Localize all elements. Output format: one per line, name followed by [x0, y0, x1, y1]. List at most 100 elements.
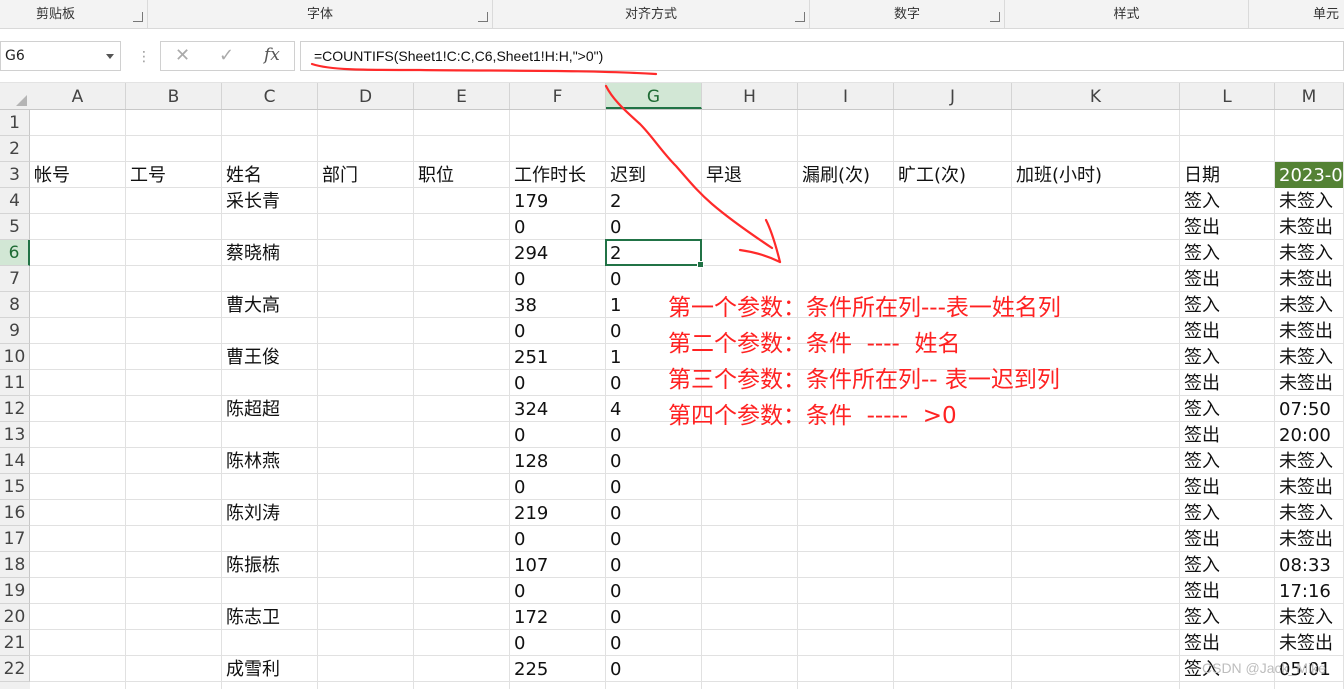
row-header-10[interactable]: 10: [0, 344, 30, 370]
row-header-17[interactable]: 17: [0, 526, 30, 552]
row-header-2[interactable]: 2: [0, 136, 30, 162]
cell-g17[interactable]: 0: [606, 526, 701, 552]
drag-handle-icon[interactable]: ⋮: [137, 49, 151, 65]
row-header-7[interactable]: 7: [0, 266, 30, 292]
cell-l5[interactable]: 签出: [1180, 214, 1274, 240]
cell-f22[interactable]: 225: [510, 656, 605, 682]
cell-l10[interactable]: 签入: [1180, 344, 1274, 370]
column-header-g[interactable]: G: [606, 83, 702, 109]
cell-l20[interactable]: 签入: [1180, 604, 1274, 630]
cell-m5[interactable]: 未签出: [1275, 214, 1343, 240]
cell-l4[interactable]: 签入: [1180, 188, 1274, 214]
cell-m20[interactable]: 未签入: [1275, 604, 1343, 630]
cell-c16[interactable]: 陈刘涛: [222, 500, 317, 526]
column-header-m[interactable]: M: [1275, 83, 1344, 109]
column-header-c[interactable]: C: [222, 83, 318, 109]
column-header-f[interactable]: F: [510, 83, 606, 109]
cell-h3[interactable]: 早退: [702, 162, 797, 188]
column-header-l[interactable]: L: [1180, 83, 1275, 109]
cell-m16[interactable]: 未签入: [1275, 500, 1343, 526]
cell-c12[interactable]: 陈超超: [222, 396, 317, 422]
cell-f13[interactable]: 0: [510, 422, 605, 448]
cell-f19[interactable]: 0: [510, 578, 605, 604]
ribbon-group-font[interactable]: 字体: [148, 0, 493, 28]
cell-k3[interactable]: 加班(小时): [1012, 162, 1179, 188]
row-header-16[interactable]: 16: [0, 500, 30, 526]
cell-l16[interactable]: 签入: [1180, 500, 1274, 526]
cell-m21[interactable]: 未签出: [1275, 630, 1343, 656]
ribbon-group-number[interactable]: 数字: [810, 0, 1005, 28]
cell-l8[interactable]: 签入: [1180, 292, 1274, 318]
cell-m14[interactable]: 未签入: [1275, 448, 1343, 474]
column-header-a[interactable]: A: [30, 83, 126, 109]
cell-f15[interactable]: 0: [510, 474, 605, 500]
dialog-launcher-icon[interactable]: [478, 12, 488, 22]
cell-l3[interactable]: 日期: [1180, 162, 1274, 188]
cell-f18[interactable]: 107: [510, 552, 605, 578]
cell-l18[interactable]: 签入: [1180, 552, 1274, 578]
dialog-launcher-icon[interactable]: [133, 12, 143, 22]
dialog-launcher-icon[interactable]: [795, 12, 805, 22]
fill-handle[interactable]: [697, 261, 704, 268]
cancel-icon[interactable]: ✕: [175, 45, 190, 66]
cell-f11[interactable]: 0: [510, 370, 605, 396]
row-header-9[interactable]: 9: [0, 318, 30, 344]
cell-f6[interactable]: 294: [510, 240, 605, 266]
row-header-1[interactable]: 1: [0, 110, 30, 136]
row-header-6[interactable]: 6: [0, 240, 30, 266]
insert-function-icon[interactable]: fx: [264, 45, 280, 65]
cell-b3[interactable]: 工号: [126, 162, 221, 188]
cell-m7[interactable]: 未签出: [1275, 266, 1343, 292]
cell-m12[interactable]: 07:50: [1275, 396, 1343, 422]
cell-g21[interactable]: 0: [606, 630, 701, 656]
cell-m18[interactable]: 08:33: [1275, 552, 1343, 578]
cell-l13[interactable]: 签出: [1180, 422, 1274, 448]
cell-m4[interactable]: 未签入: [1275, 188, 1343, 214]
cell-c8[interactable]: 曹大高: [222, 292, 317, 318]
cell-c3[interactable]: 姓名: [222, 162, 317, 188]
cell-c14[interactable]: 陈林燕: [222, 448, 317, 474]
row-header-18[interactable]: 18: [0, 552, 30, 578]
cell-l11[interactable]: 签出: [1180, 370, 1274, 396]
cell-l14[interactable]: 签入: [1180, 448, 1274, 474]
row-header-21[interactable]: 21: [0, 630, 30, 656]
cell-f3[interactable]: 工作时长: [510, 162, 605, 188]
cell-m13[interactable]: 20:00: [1275, 422, 1343, 448]
row-header-15[interactable]: 15: [0, 474, 30, 500]
cell-g3[interactable]: 迟到: [606, 162, 701, 188]
cell-m19[interactable]: 17:16: [1275, 578, 1343, 604]
name-box[interactable]: G6: [0, 41, 121, 71]
row-header-5[interactable]: 5: [0, 214, 30, 240]
cell-m6[interactable]: 未签入: [1275, 240, 1343, 266]
row-header-4[interactable]: 4: [0, 188, 30, 214]
cell-f16[interactable]: 219: [510, 500, 605, 526]
column-header-e[interactable]: E: [414, 83, 510, 109]
cell-c20[interactable]: 陈志卫: [222, 604, 317, 630]
cell-f12[interactable]: 324: [510, 396, 605, 422]
cell-i3[interactable]: 漏刷(次): [798, 162, 893, 188]
cell-l6[interactable]: 签入: [1180, 240, 1274, 266]
cell-f8[interactable]: 38: [510, 292, 605, 318]
ribbon-group-clipboard[interactable]: 剪贴板: [0, 0, 148, 28]
formula-input[interactable]: =COUNTIFS(Sheet1!C:C,C6,Sheet1!H:H,">0"): [300, 41, 1344, 71]
cell-c10[interactable]: 曹王俊: [222, 344, 317, 370]
row-header-20[interactable]: 20: [0, 604, 30, 630]
row-header-3[interactable]: 3: [0, 162, 30, 188]
cell-f5[interactable]: 0: [510, 214, 605, 240]
column-header-i[interactable]: I: [798, 83, 894, 109]
column-header-j[interactable]: J: [894, 83, 1012, 109]
cell-f7[interactable]: 0: [510, 266, 605, 292]
row-header-22[interactable]: 22: [0, 656, 30, 682]
dialog-launcher-icon[interactable]: [990, 12, 1000, 22]
enter-icon[interactable]: ✓: [219, 45, 234, 66]
ribbon-group-styles[interactable]: 样式: [1005, 0, 1249, 28]
row-header-11[interactable]: 11: [0, 370, 30, 396]
row-header-14[interactable]: 14: [0, 448, 30, 474]
cell-l17[interactable]: 签出: [1180, 526, 1274, 552]
cell-g14[interactable]: 0: [606, 448, 701, 474]
cell-e3[interactable]: 职位: [414, 162, 509, 188]
cell-m17[interactable]: 未签出: [1275, 526, 1343, 552]
row-header-13[interactable]: 13: [0, 422, 30, 448]
chevron-down-icon[interactable]: [106, 54, 114, 59]
cell-m8[interactable]: 未签入: [1275, 292, 1343, 318]
